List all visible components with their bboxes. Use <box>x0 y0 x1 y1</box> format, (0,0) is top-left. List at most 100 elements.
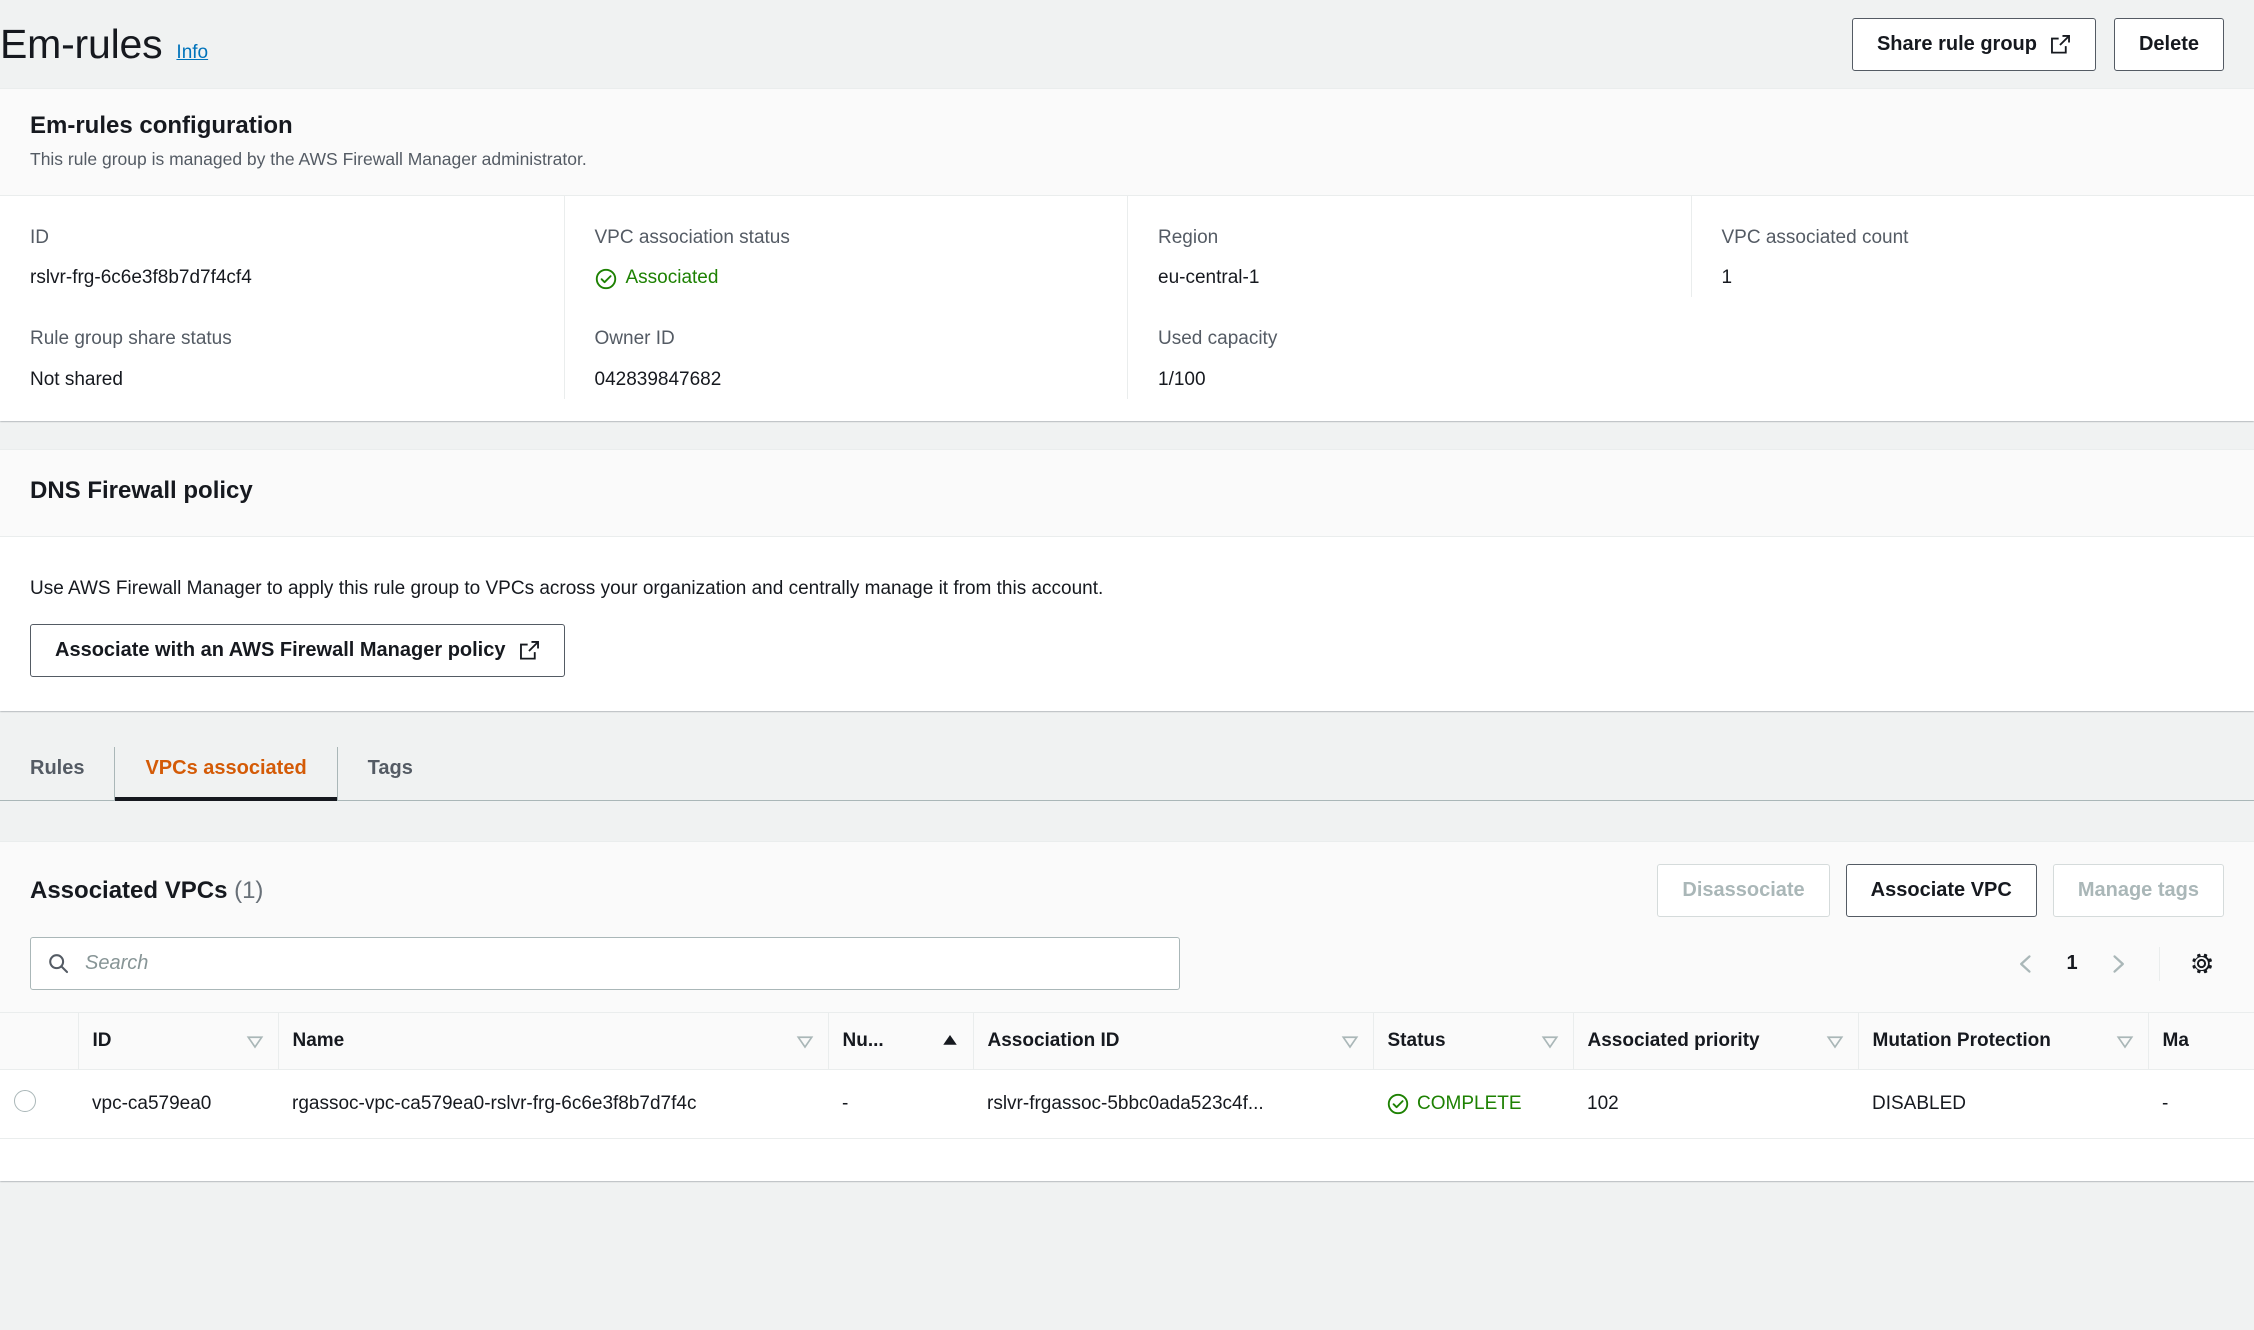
detail-used-capacity-value-wrap: 1/100 <box>1158 368 1661 393</box>
manage-tags-button[interactable]: Manage tags <box>2052 864 2224 918</box>
column-header-status-label: Status <box>1387 1030 1446 1052</box>
select-all-header <box>0 1012 78 1071</box>
gear-icon[interactable] <box>2178 941 2224 987</box>
external-link-icon <box>519 640 540 661</box>
configuration-card-header: Em-rules configuration This rule group i… <box>0 89 2254 196</box>
associate-firewall-manager-policy-label: Associate with an AWS Firewall Manager p… <box>55 639 506 662</box>
detail-used-capacity-label: Used capacity <box>1158 328 1278 350</box>
column-header-managed[interactable]: Ma <box>2147 1012 2254 1071</box>
associated-vpcs-title: Associated VPCs (1) <box>30 877 263 905</box>
delete-label: Delete <box>2138 32 2199 55</box>
page-header: Em-rules Info Share rule group Delete <box>0 0 2254 88</box>
detail-id-label: ID <box>30 226 49 248</box>
info-link[interactable]: Info <box>176 42 208 64</box>
configuration-title: Em-rules configuration <box>30 112 293 139</box>
tab-list: Rules VPCs associated Tags <box>0 747 2254 802</box>
table-body: vpc-ca579ea0 rgassoc-vpc-ca579ea0-rslvr-… <box>0 1069 2254 1140</box>
detail-rule-group-share-status-label: Rule group share status <box>30 328 232 350</box>
table-footer <box>0 1139 2254 1182</box>
column-header-mutation-protection-label: Mutation Protection <box>1872 1030 2051 1052</box>
detail-vpc-associated-count-value-wrap: 1 <box>1722 266 2225 291</box>
column-header-number-label: Nu... <box>842 1030 884 1052</box>
detail-id: ID rslvr-frg-6c6e3f8b7d7f4cf4 <box>0 196 564 297</box>
column-header-mutation-protection[interactable]: Mutation Protection <box>1857 1012 2148 1071</box>
associated-vpcs-count: (1) <box>234 876 264 904</box>
detail-region-value-wrap: eu-central-1 <box>1158 266 1661 291</box>
pagination-next-button[interactable] <box>2095 941 2141 987</box>
row-select-cell <box>0 1069 78 1140</box>
dns-firewall-policy-description: Use AWS Firewall Manager to apply this r… <box>30 577 1104 599</box>
tab-rules[interactable]: Rules <box>0 747 114 800</box>
detail-vpc-association-status-value-wrap: Associated <box>595 266 1098 291</box>
associate-vpc-button[interactable]: Associate VPC <box>1845 864 2037 918</box>
tab-tags-label: Tags <box>367 757 413 780</box>
column-header-association-id-label: Association ID <box>987 1030 1120 1052</box>
tabs-zone: Rules VPCs associated Tags <box>0 711 2254 802</box>
associate-firewall-manager-policy-button[interactable]: Associate with an AWS Firewall Manager p… <box>30 624 565 678</box>
sort-icon <box>1341 1036 1358 1049</box>
status-badge-label: COMPLETE <box>1417 1093 1522 1115</box>
detail-id-value: rslvr-frg-6c6e3f8b7d7f4cf4 <box>30 267 252 289</box>
title-group: Em-rules Info <box>0 20 208 67</box>
search-input[interactable] <box>83 951 1163 977</box>
header-actions: Share rule group Delete <box>1851 17 2224 71</box>
delete-button[interactable]: Delete <box>2113 17 2224 71</box>
detail-region-value: eu-central-1 <box>1158 267 1260 289</box>
disassociate-label: Disassociate <box>1682 879 1805 902</box>
associated-vpcs-actions: Disassociate Associate VPC Manage tags <box>1657 864 2224 918</box>
column-header-name[interactable]: Name <box>277 1012 828 1071</box>
associated-vpcs-title-text: Associated VPCs <box>30 876 228 904</box>
manage-tags-label: Manage tags <box>2077 879 2199 902</box>
share-rule-group-label: Share rule group <box>1876 32 2037 55</box>
dns-firewall-policy-card: DNS Firewall policy Use AWS Firewall Man… <box>0 448 2254 712</box>
search-box[interactable] <box>30 937 1180 991</box>
detail-owner-id-value-wrap: 042839847682 <box>595 368 1098 393</box>
column-header-number[interactable]: Nu... <box>827 1012 973 1071</box>
column-header-associated-priority-label: Associated priority <box>1587 1030 1760 1052</box>
configuration-detail-grid: ID rslvr-frg-6c6e3f8b7d7f4cf4 VPC associ… <box>0 195 2254 421</box>
detail-owner-id: Owner ID 042839847682 <box>563 297 1128 399</box>
column-header-name-label: Name <box>292 1030 345 1052</box>
detail-rule-group-share-status-value-wrap: Not shared <box>30 368 534 393</box>
associate-vpc-label: Associate VPC <box>1870 879 2012 902</box>
column-header-association-id[interactable]: Association ID <box>972 1012 1373 1071</box>
detail-vpc-association-status-value: Associated <box>625 267 719 289</box>
associated-vpcs-header-row: Associated VPCs (1) Disassociate Associa… <box>30 864 2224 918</box>
row-radio-button[interactable] <box>14 1090 36 1113</box>
dns-firewall-policy-title: DNS Firewall policy <box>30 476 253 504</box>
pagination-page-1[interactable]: 1 <box>2055 941 2089 987</box>
column-header-managed-label: Ma <box>2162 1030 2189 1052</box>
detail-empty-cell <box>1691 297 2254 398</box>
sort-icon <box>246 1036 263 1049</box>
detail-vpc-associated-count: VPC associated count 1 <box>1690 195 2254 298</box>
cell-associated-priority: 102 <box>1573 1069 1858 1140</box>
detail-rule-group-share-status: Rule group share status Not shared <box>0 297 564 398</box>
associated-vpcs-table: ID Name Nu... Association ID Status Asso… <box>0 1012 2254 1140</box>
detail-used-capacity-value: 1/100 <box>1158 368 1206 390</box>
tab-tags[interactable]: Tags <box>336 747 443 801</box>
column-header-status[interactable]: Status <box>1372 1012 1573 1071</box>
detail-vpc-association-status-label: VPC association status <box>594 226 790 248</box>
status-check-circle-icon <box>1387 1093 1409 1115</box>
detail-vpc-associated-count-value: 1 <box>1721 267 1733 289</box>
detail-region: Region eu-central-1 <box>1127 195 1691 298</box>
table-header-row: ID Name Nu... Association ID Status Asso… <box>0 1012 2254 1071</box>
dns-firewall-policy-action-wrap: Associate with an AWS Firewall Manager p… <box>30 624 2224 678</box>
detail-owner-id-label: Owner ID <box>594 328 675 350</box>
tab-vpcs-associated[interactable]: VPCs associated <box>114 747 337 802</box>
column-header-id[interactable]: ID <box>77 1012 278 1071</box>
share-rule-group-button[interactable]: Share rule group <box>1851 17 2096 71</box>
pagination-previous-button[interactable] <box>2003 941 2049 987</box>
detail-vpc-association-status: VPC association status Associated <box>563 195 1128 298</box>
sort-icon <box>796 1036 813 1049</box>
dns-firewall-policy-header: DNS Firewall policy <box>0 449 2254 537</box>
disassociate-button[interactable]: Disassociate <box>1657 864 1830 918</box>
external-link-icon <box>2050 34 2071 55</box>
associated-vpcs-card: Associated VPCs (1) Disassociate Associa… <box>0 841 2254 1182</box>
column-header-associated-priority[interactable]: Associated priority <box>1572 1012 1858 1071</box>
page-title: Em-rules <box>0 20 163 67</box>
status-check-circle-icon <box>595 268 617 290</box>
sort-icon <box>1826 1036 1843 1049</box>
search-icon <box>47 952 70 975</box>
table-row[interactable]: vpc-ca579ea0 rgassoc-vpc-ca579ea0-rslvr-… <box>0 1069 2254 1140</box>
